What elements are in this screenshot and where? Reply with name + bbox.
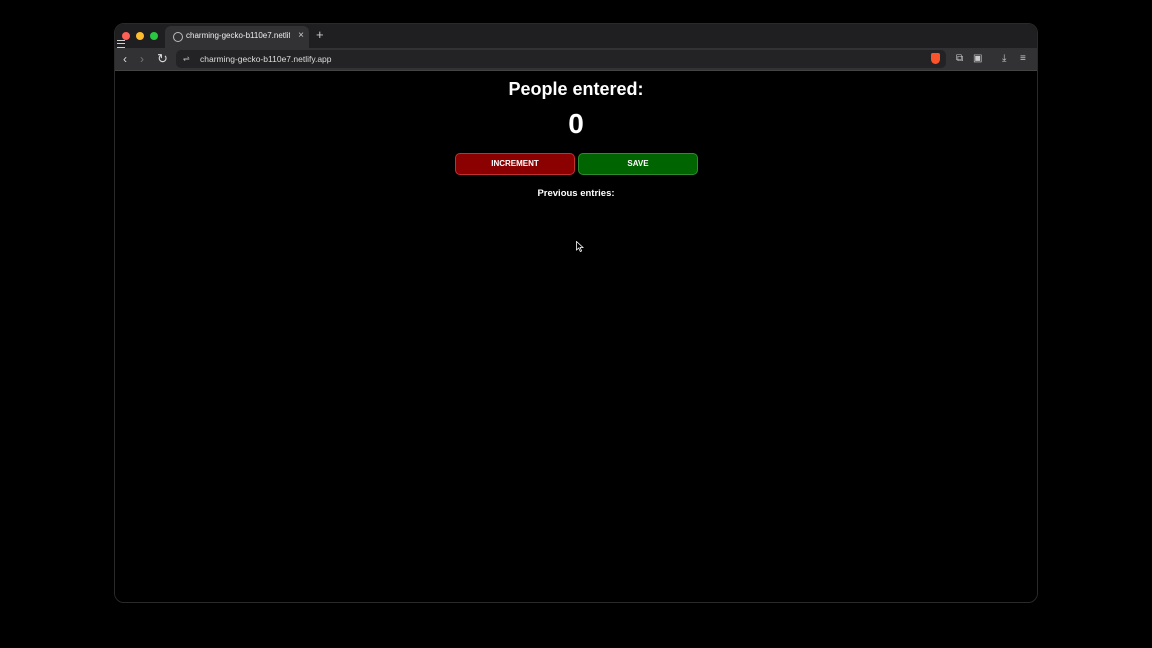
page-content: People entered: 0 INCREMENT SAVE Previou… — [115, 71, 1037, 602]
tab-title: charming-gecko-b110e7.netlify.app — [186, 31, 290, 40]
reload-icon[interactable]: ↻ — [157, 51, 168, 67]
wallet-icon[interactable]: ▣ — [973, 51, 982, 67]
count-display: 0 — [568, 108, 584, 139]
maximize-window-button[interactable] — [150, 32, 158, 40]
site-settings-icon[interactable]: ⇌ — [183, 54, 190, 64]
menu-icon[interactable]: ≡ — [1020, 51, 1026, 67]
mouse-cursor-icon — [576, 241, 584, 252]
forward-icon[interactable]: › — [140, 51, 144, 67]
close-window-button[interactable] — [122, 32, 130, 40]
increment-button[interactable]: INCREMENT — [455, 153, 575, 175]
new-tab-icon[interactable]: + — [316, 27, 324, 43]
brave-shield-icon[interactable] — [931, 53, 940, 64]
download-icon[interactable]: ⤓ — [1002, 51, 1006, 67]
save-button[interactable]: SAVE — [578, 153, 698, 175]
back-icon[interactable]: ‹ — [123, 51, 127, 67]
address-bar[interactable]: ⇌ charming-gecko-b110e7.netlify.app ⇧ — [176, 50, 946, 68]
sidebar-icon[interactable] — [117, 40, 125, 48]
url-text[interactable]: charming-gecko-b110e7.netlify.app — [200, 54, 332, 64]
previous-entries-label: Previous entries: — [537, 188, 615, 199]
page-title: People entered: — [508, 79, 644, 99]
browser-toolbar: ‹ › ↻ ⇌ charming-gecko-b110e7.netlify.ap… — [115, 48, 1037, 71]
extensions-icon[interactable]: ⧉ — [956, 51, 963, 67]
globe-icon — [173, 32, 183, 42]
browser-tab[interactable]: charming-gecko-b110e7.netlify.app × — [165, 26, 309, 48]
minimize-window-button[interactable] — [136, 32, 144, 40]
browser-window: charming-gecko-b110e7.netlify.app × + ‹ … — [114, 23, 1038, 603]
title-bar: charming-gecko-b110e7.netlify.app × + — [115, 24, 1037, 48]
tab-close-icon[interactable]: × — [298, 29, 304, 43]
